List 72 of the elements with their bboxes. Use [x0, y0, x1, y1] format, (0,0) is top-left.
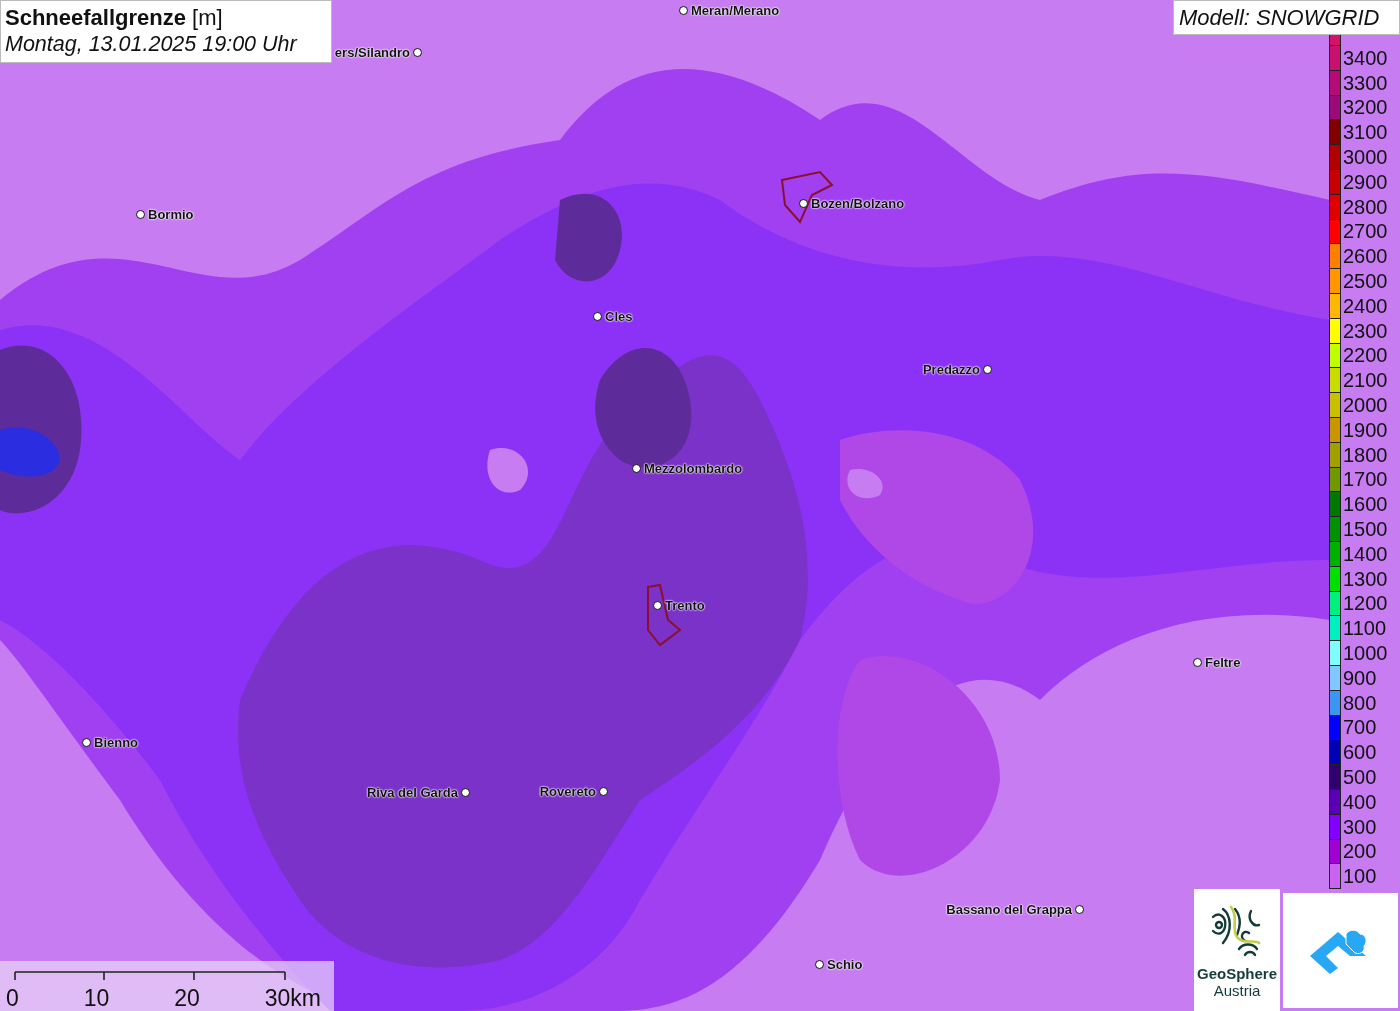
city-marker-icon	[799, 199, 808, 208]
logo-subtitle: Austria	[1213, 982, 1261, 999]
city-marker-icon	[1075, 905, 1084, 914]
legend-label: 900	[1343, 666, 1377, 690]
legend-label: 2000	[1343, 394, 1388, 418]
scale-label: 30km	[264, 985, 321, 1011]
legend-label: 2200	[1343, 344, 1388, 368]
legend-label: 3100	[1343, 121, 1388, 145]
city-marker-icon	[136, 210, 145, 219]
city-label: Feltre	[1205, 655, 1241, 670]
city-label: Trento	[665, 598, 705, 613]
city-marker-icon	[679, 6, 688, 15]
city-marker-icon	[632, 464, 641, 473]
legend-label: 2900	[1343, 170, 1388, 194]
legend-swatch	[1329, 35, 1341, 46]
city-marker-icon	[461, 788, 470, 797]
legend-label: 1700	[1343, 468, 1388, 492]
city-marker-icon	[653, 601, 662, 610]
logo-wordmark: GeoSphere	[1197, 965, 1277, 982]
city-label: Bassano del Grappa	[946, 902, 1072, 917]
city-marker-icon	[82, 738, 91, 747]
city-label: Cles	[605, 309, 633, 324]
legend-label: 1100	[1343, 617, 1386, 641]
map-title: Schneefallgrenze [m]	[5, 4, 224, 31]
legend-label: 1500	[1343, 518, 1388, 542]
legend-label: 1200	[1343, 592, 1388, 616]
legend-label: 2300	[1343, 319, 1388, 343]
legend-label: 2600	[1343, 245, 1388, 269]
city-label: Meran/Merano	[691, 3, 780, 18]
city-label: Riva del Garda	[366, 785, 458, 800]
city-label: ers/Silandro	[334, 45, 410, 60]
legend-label: 2500	[1343, 270, 1388, 294]
legend-label: 1400	[1343, 542, 1388, 566]
city-label: Bozen/Bolzano	[811, 196, 905, 211]
scale-label: 0	[6, 985, 19, 1011]
city-marker-icon	[1193, 658, 1202, 667]
city-marker-icon	[815, 960, 824, 969]
legend-label: 3000	[1343, 146, 1388, 170]
city-marker-icon	[599, 787, 608, 796]
legend-label: 3300	[1343, 71, 1388, 95]
legend-label: 800	[1343, 691, 1377, 715]
legend-label: 500	[1343, 766, 1377, 789]
legend-label: 300	[1343, 815, 1377, 839]
legend-label: 2800	[1343, 195, 1388, 219]
forecast-datetime: Montag, 13.01.2025 19:00 Uhr	[5, 31, 299, 58]
legend-label: 400	[1343, 790, 1377, 814]
city-label: Rovereto	[539, 784, 596, 799]
legend-label: 1300	[1343, 567, 1388, 591]
city-label: Bienno	[94, 735, 139, 750]
model-label: Modell: SNOWGRID	[1173, 0, 1400, 35]
legend-label: 600	[1343, 741, 1377, 765]
legend-label: 1900	[1343, 418, 1388, 442]
city-marker-icon	[983, 365, 992, 374]
legend-label: 3400	[1343, 46, 1388, 70]
legend-label: 2400	[1343, 294, 1388, 318]
city-marker-icon	[413, 48, 422, 57]
city-label: Predazzo	[922, 362, 980, 377]
legend-label: 700	[1343, 716, 1377, 740]
legend-label: 1000	[1343, 642, 1388, 665]
legend-label: 2700	[1343, 220, 1388, 244]
city-label: Mezzolombardo	[644, 461, 743, 476]
legend-label: 100	[1343, 865, 1377, 889]
legend-label: 200	[1343, 840, 1377, 864]
legend-label: 1800	[1343, 443, 1388, 467]
city-label: Bormio	[148, 207, 194, 222]
legend-label: 1600	[1343, 493, 1388, 517]
city-marker-icon	[593, 312, 602, 321]
scale-label: 20	[174, 985, 200, 1011]
scale-label: 10	[83, 985, 110, 1011]
legend-label: 2100	[1343, 369, 1388, 393]
legend-label: 3200	[1343, 96, 1388, 120]
city-label: Schio	[827, 957, 863, 972]
